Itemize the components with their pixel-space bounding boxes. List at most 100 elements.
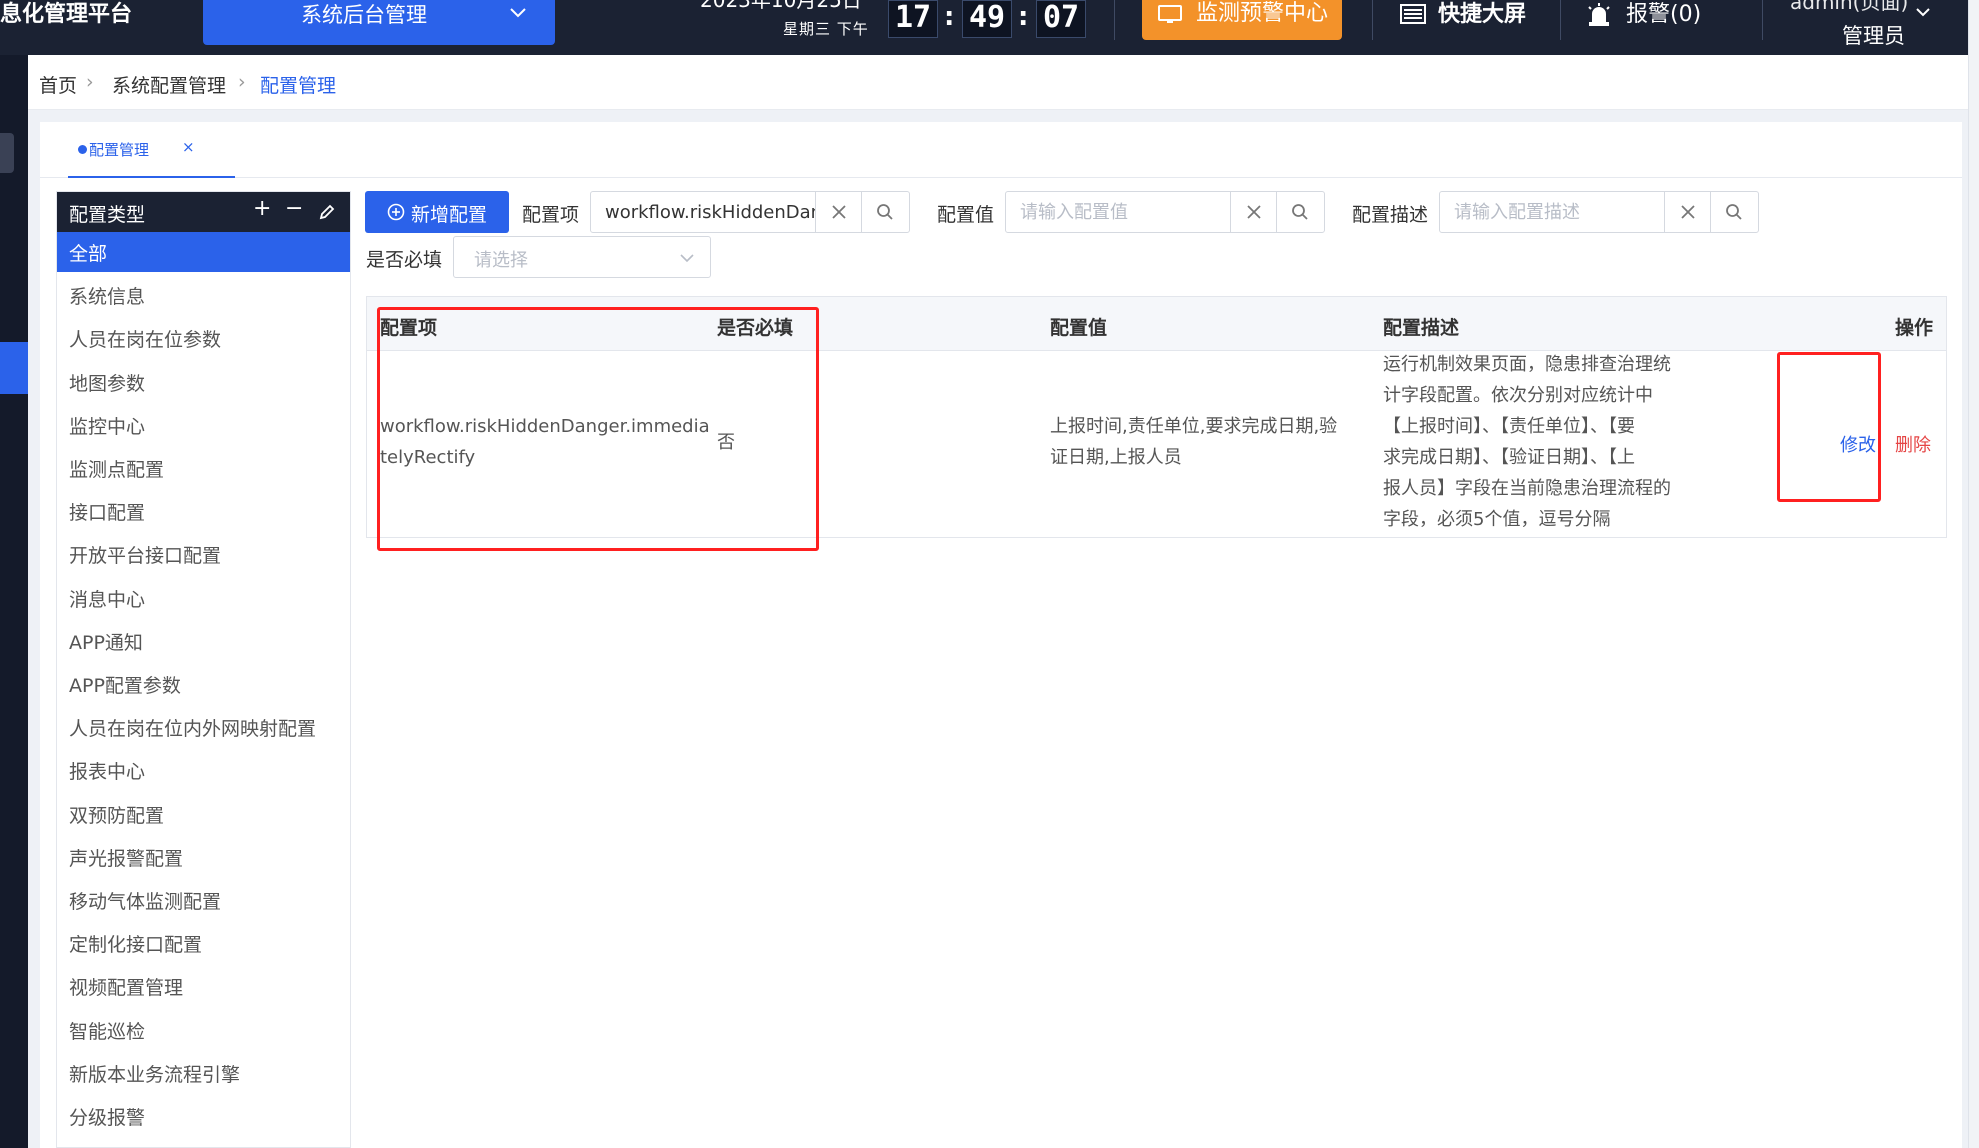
alarm-bell-icon [1588, 3, 1610, 26]
cell-desc-line: 字段，必须5个值，逗号分隔 [1383, 509, 1611, 530]
config-desc-search [1439, 191, 1759, 233]
breadcrumb-home[interactable]: 首页 [39, 71, 77, 98]
system-select[interactable]: 系统后台管理 [203, 0, 555, 45]
tree-item-label: 新版本业务流程引擎 [69, 1063, 241, 1086]
tree-item[interactable]: 声光报警配置 [57, 837, 350, 877]
header-divider [1560, 0, 1561, 40]
tree-item[interactable]: 移动气体监测配置 [57, 880, 350, 920]
cell-config-value-line: 证日期,上报人员 [1050, 447, 1182, 468]
tree-item[interactable]: 地图参数 [57, 362, 350, 402]
search-button[interactable] [1276, 192, 1322, 232]
close-icon[interactable]: × [182, 138, 195, 156]
tree-item[interactable]: 全部 [57, 232, 350, 272]
tree-item[interactable]: 人员在岗在位参数 [57, 318, 350, 358]
side-rail [0, 55, 28, 1148]
column-header-value: 配置值 [1050, 317, 1108, 339]
tree-item[interactable]: 接口配置 [57, 491, 350, 531]
tree-header: 配置类型 + − [57, 192, 350, 232]
chevron-down-icon [1916, 8, 1930, 17]
config-desc-input[interactable] [1440, 192, 1664, 232]
tree-item[interactable]: 开放平台接口配置 [57, 534, 350, 574]
edit-pencil-icon[interactable] [319, 204, 335, 220]
tab-active-dot [78, 145, 87, 154]
monitor-icon [1158, 5, 1182, 23]
search-button[interactable] [1710, 192, 1756, 232]
clear-button[interactable] [815, 192, 861, 232]
remove-type-icon[interactable]: − [285, 196, 303, 221]
alarm-label: 报警(0) [1626, 2, 1702, 27]
cell-config-value-line: 上报时间,责任单位,要求完成日期,验 [1050, 416, 1338, 437]
add-config-label: 新增配置 [411, 204, 488, 226]
edit-link[interactable]: 修改 [1840, 431, 1876, 457]
search-icon [877, 204, 893, 220]
clock-hours: 17 [888, 0, 938, 38]
tree-item[interactable]: 监测点配置 [57, 448, 350, 488]
cell-required: 否 [717, 432, 735, 453]
rail-handle[interactable] [0, 133, 14, 173]
breadcrumb: 首页 › 系统配置管理 › 配置管理 [28, 55, 1968, 110]
search-icon [1292, 204, 1308, 220]
tree-item[interactable]: 系统信息 [57, 275, 350, 315]
cell-desc-line: 求完成日期】、【验证日期】、【上 [1383, 447, 1635, 468]
cell-config-key-line: workflow.riskHiddenDanger.immedia [380, 416, 710, 437]
cell-desc-line: 【上报时间】、【责任单位】、【要 [1383, 416, 1635, 437]
column-header-key: 配置项 [380, 317, 438, 339]
tree-item[interactable]: 智能巡检 [57, 1010, 350, 1050]
monitor-center-button[interactable]: 监测预警中心 [1142, 0, 1342, 40]
clear-button[interactable] [1664, 192, 1710, 232]
config-item-label: 配置项 [522, 204, 580, 226]
delete-link[interactable]: 删除 [1895, 431, 1931, 457]
clock-separator: : [1018, 2, 1029, 32]
clock-seconds: 07 [1036, 0, 1086, 38]
add-type-icon[interactable]: + [253, 196, 271, 221]
tree-item-label: 分级报警 [69, 1107, 146, 1129]
tree-item[interactable]: 定制化接口配置 [57, 923, 350, 963]
rail-active-item[interactable] [0, 342, 28, 394]
tree-item[interactable]: 双预防配置 [57, 794, 350, 834]
config-value-input[interactable] [1006, 192, 1230, 232]
tree-item[interactable]: 消息中心 [57, 578, 350, 618]
tree-item[interactable]: 分级报警 [57, 1096, 350, 1136]
plus-circle-icon [387, 203, 405, 221]
clock-minutes: 49 [962, 0, 1012, 38]
tree-item[interactable]: 人员在岗在位内外网映射配置 [57, 707, 350, 747]
tree-item-label: 视频配置管理 [69, 977, 184, 1000]
tree-item-label: 人员在岗在位参数 [69, 329, 222, 352]
cell-config-desc: 运行机制效果页面，隐患排查治理统 计字段配置。依次分别对应统计中 【上报时间】、… [1383, 349, 1671, 535]
quick-screen-label: 快捷大屏 [1438, 2, 1527, 27]
tree-item-label: 双预防配置 [69, 804, 165, 827]
breadcrumb-level2[interactable]: 系统配置管理 [112, 71, 226, 98]
search-button[interactable] [861, 192, 907, 232]
required-select[interactable]: 请选择 [453, 236, 711, 278]
tree-item-label: 声光报警配置 [69, 847, 184, 870]
breadcrumb-separator: › [86, 71, 94, 93]
tree-item-label: 人员在岗在位内外网映射配置 [69, 718, 317, 741]
page-scrollbar[interactable] [1968, 0, 1979, 1148]
header-divider [1762, 0, 1763, 40]
chevron-down-icon [680, 254, 694, 263]
tree-item[interactable]: APP通知 [57, 621, 350, 661]
tree-item-label: 全部 [69, 243, 108, 265]
config-value-search [1005, 191, 1325, 233]
chevron-down-icon [510, 8, 526, 18]
tab-config-management[interactable]: 配置管理 × [68, 122, 235, 178]
tree-item-label: APP配置参数 [69, 675, 181, 697]
tree-item[interactable]: 新版本业务流程引擎 [57, 1053, 350, 1093]
tree-item[interactable]: 监控中心 [57, 405, 350, 445]
user-menu[interactable]: admin(页面) 管理员 [1790, 0, 1970, 55]
tree-item-label: 系统信息 [69, 286, 146, 309]
cell-desc-line: 运行机制效果页面，隐患排查治理统 [1383, 354, 1671, 375]
header-divider [1114, 0, 1115, 40]
tree-item[interactable]: 报表中心 [57, 750, 350, 790]
cell-config-value: 上报时间,责任单位,要求完成日期,验 证日期,上报人员 [1050, 411, 1337, 473]
column-header-required: 是否必填 [717, 317, 794, 339]
tree-item-label: APP通知 [69, 631, 143, 654]
tree-item[interactable]: 视频配置管理 [57, 966, 350, 1006]
cell-config-key: workflow.riskHiddenDanger.immedia telyRe… [380, 411, 710, 473]
clear-button[interactable] [1230, 192, 1276, 232]
tree-item-label: 定制化接口配置 [69, 934, 203, 957]
date-text: 2023年10月25日 [700, 0, 862, 12]
config-item-input[interactable] [591, 192, 815, 232]
tree-item[interactable]: APP配置参数 [57, 664, 350, 704]
add-config-button[interactable]: 新增配置 [365, 191, 509, 233]
